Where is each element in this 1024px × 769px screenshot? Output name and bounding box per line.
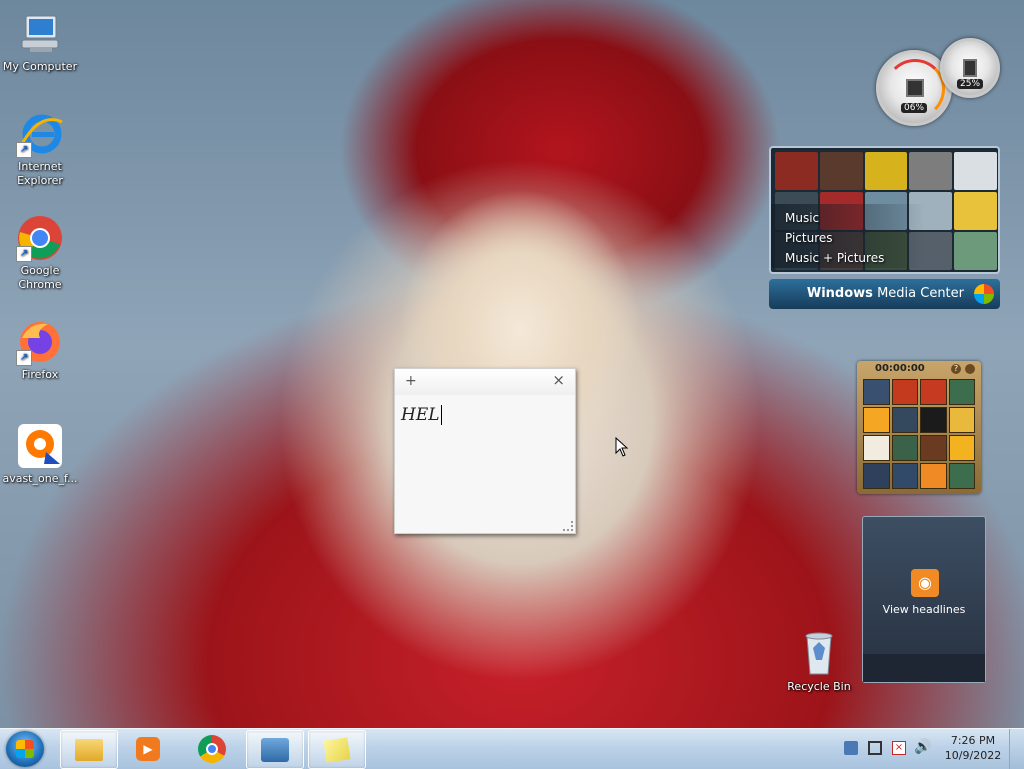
desktop-icon-label: Google Chrome <box>18 264 62 291</box>
desktop-icon-label: Firefox <box>21 368 59 381</box>
folder-icon <box>75 738 103 761</box>
media-player-icon: ▶ <box>136 736 160 761</box>
desktop-icon-recycle-bin[interactable]: Recycle Bin <box>779 630 859 694</box>
desktop-icon-label: My Computer <box>2 60 78 73</box>
sticky-notes-icon <box>323 736 351 763</box>
taskbar-explorer-button[interactable] <box>60 730 118 769</box>
close-note-button[interactable]: × <box>552 371 565 389</box>
sticky-note-text[interactable]: HEL <box>395 395 575 435</box>
puzzle-tile[interactable] <box>920 379 947 405</box>
puzzle-tile[interactable] <box>948 463 975 489</box>
media-center-menu: Music Pictures Music + Pictures <box>771 204 925 268</box>
puzzle-tile[interactable] <box>863 407 890 433</box>
avast-icon <box>16 422 64 470</box>
clock-time: 7:26 PM <box>950 734 996 747</box>
feed-headlines-gadget[interactable]: ◉ View headlines <box>862 516 986 683</box>
desktop-icon-avast[interactable]: avast_one_f... <box>0 422 80 486</box>
puzzle-tile[interactable] <box>920 463 947 489</box>
puzzle-tile[interactable] <box>891 379 918 405</box>
desktop-icon-label: Recycle Bin <box>787 680 851 693</box>
puzzle-tile[interactable] <box>948 407 975 433</box>
memory-chip-icon <box>963 59 977 77</box>
puzzle-tile[interactable] <box>920 435 947 461</box>
puzzle-tile[interactable] <box>863 379 890 405</box>
desktop-icon-label: avast_one_f... <box>2 472 78 485</box>
volume-icon[interactable]: 🔊 <box>914 739 931 755</box>
mouse-cursor-icon <box>615 437 629 457</box>
cpu-meter-gadget[interactable]: 06% 25% <box>872 38 1000 130</box>
media-center-brand-bar[interactable]: Windows Media Center <box>769 279 1000 309</box>
internet-explorer-icon: ↗ <box>16 110 64 158</box>
puzzle-tile[interactable] <box>891 435 918 461</box>
tile <box>819 152 863 190</box>
shortcut-arrow-icon: ↗ <box>16 246 32 262</box>
gadgets-icon <box>261 737 289 762</box>
puzzle-tile[interactable] <box>948 379 975 405</box>
sticky-note[interactable]: + × HEL <box>394 368 576 534</box>
memory-gauge: 25% <box>940 38 1000 98</box>
puzzle-timer: 00:00:00 <box>875 363 925 374</box>
system-tray: × 🔊 <box>840 739 940 759</box>
start-button[interactable] <box>6 731 44 767</box>
network-icon[interactable] <box>868 741 882 755</box>
shortcut-arrow-icon: ↗ <box>16 142 32 158</box>
windows-logo-icon <box>974 284 994 304</box>
taskbar-sticky-notes-button[interactable] <box>308 730 366 769</box>
media-center-tiles: Music Pictures Music + Pictures <box>769 146 1000 274</box>
add-note-button[interactable]: + <box>405 373 417 389</box>
taskbar: ▶ × 🔊 7:26 PM 10/9/2022 <box>0 728 1024 769</box>
puzzle-tile[interactable] <box>891 463 918 489</box>
desktop-icon-internet-explorer[interactable]: ↗ Internet Explorer <box>0 110 80 188</box>
memory-usage-value: 25% <box>956 79 984 89</box>
recycle-bin-icon <box>795 630 843 678</box>
firefox-icon: ↗ <box>16 318 64 366</box>
picture-puzzle-gadget[interactable]: 00:00:00 ? <box>857 361 981 494</box>
show-desktop-button[interactable] <box>1009 729 1024 769</box>
tile <box>864 152 908 190</box>
text-caret <box>440 405 447 425</box>
puzzle-tile[interactable] <box>863 463 890 489</box>
view-headlines-link[interactable]: View headlines <box>863 603 985 616</box>
windows-logo-icon <box>16 740 34 758</box>
puzzle-tile[interactable] <box>863 435 890 461</box>
taskbar-media-player-button[interactable]: ▶ <box>120 730 176 767</box>
media-center-gadget[interactable]: Music Pictures Music + Pictures Windows … <box>769 146 1000 310</box>
puzzle-tile[interactable] <box>948 435 975 461</box>
puzzle-picture-icon[interactable] <box>965 364 975 374</box>
media-menu-music[interactable]: Music <box>785 208 925 228</box>
chrome-icon <box>198 734 226 763</box>
clock-date: 10/9/2022 <box>944 749 1002 762</box>
clock[interactable]: 7:26 PM 10/9/2022 <box>944 733 1002 763</box>
desktop-icon-google-chrome[interactable]: ↗ Google Chrome <box>0 214 80 292</box>
security-alert-icon[interactable]: × <box>892 741 906 755</box>
tile <box>954 152 997 190</box>
media-menu-pictures[interactable]: Pictures <box>785 228 925 248</box>
feed-footer-bar <box>863 654 985 682</box>
puzzle-help-icon[interactable]: ? <box>951 364 961 374</box>
rss-feed-icon: ◉ <box>911 569 939 597</box>
sticky-note-header: + × <box>395 369 575 395</box>
puzzle-tile[interactable] <box>891 407 918 433</box>
tile <box>909 152 953 190</box>
action-center-icon[interactable] <box>844 741 858 755</box>
desktop-icon-firefox[interactable]: ↗ Firefox <box>0 318 80 382</box>
taskbar-chrome-button[interactable] <box>184 730 240 767</box>
cpu-gauge-arc <box>885 59 945 119</box>
tile <box>954 192 997 230</box>
puzzle-tile[interactable] <box>920 407 947 433</box>
tile <box>954 232 997 270</box>
tile <box>775 152 818 190</box>
computer-icon <box>16 10 64 58</box>
taskbar-gadgets-button[interactable] <box>246 730 304 769</box>
desktop-icon-label: Internet Explorer <box>17 160 63 187</box>
desktop-icon-my-computer[interactable]: My Computer <box>0 10 80 74</box>
resize-grip-icon[interactable] <box>563 521 573 531</box>
chrome-icon: ↗ <box>16 214 64 262</box>
shortcut-arrow-icon: ↗ <box>16 350 32 366</box>
media-menu-music-pictures[interactable]: Music + Pictures <box>785 248 925 268</box>
